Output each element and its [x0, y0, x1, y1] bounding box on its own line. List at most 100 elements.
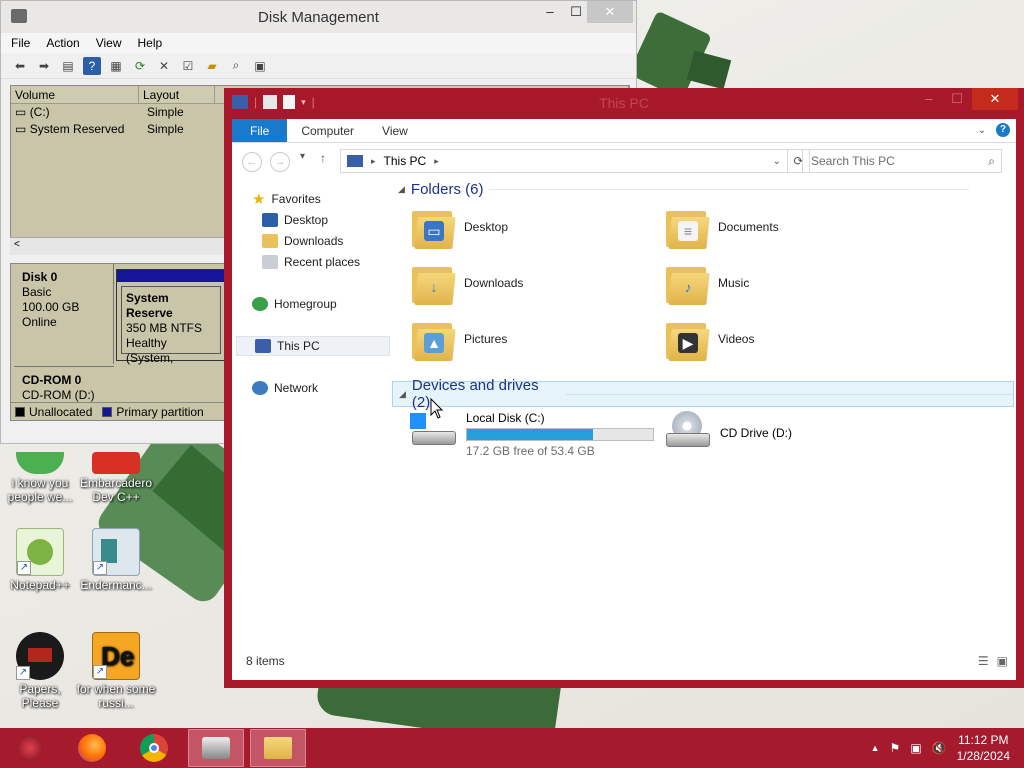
taskbar: ▲ ⚑ ▣ 🔇 11:12 PM 1/28/2024 [0, 728, 1024, 768]
maximize-button[interactable]: ☐ [942, 88, 972, 110]
horizontal-scrollbar[interactable]: < [10, 237, 230, 255]
nav-downloads[interactable]: Downloads [262, 231, 343, 251]
folder-downloads[interactable]: ↓ Downloads [410, 261, 523, 305]
explorer-window: | ▾ | This PC – ☐ ✕ File Computer View ⌄… [224, 88, 1024, 688]
tab-file[interactable]: File [232, 119, 288, 142]
folder-music[interactable]: ♪ Music [664, 261, 749, 305]
folder-pictures[interactable]: ▲ Pictures [410, 317, 507, 361]
desktop-icon-notepadpp[interactable]: ↗ Notepad++ [0, 528, 80, 592]
search-input[interactable]: Search This PC ⌕ [802, 149, 1002, 173]
clock[interactable]: 11:12 PM 1/28/2024 [957, 732, 1010, 764]
ribbon: File Computer View ⌄ ? [232, 119, 1016, 143]
network-icon[interactable]: ▣ [910, 741, 921, 755]
cdrom-label[interactable]: CD-ROM 0 CD-ROM (D:) [14, 366, 114, 403]
back-button[interactable]: ← [242, 152, 262, 172]
action-center-flag-icon[interactable]: ⚑ [890, 741, 901, 755]
menu-view[interactable]: View [96, 36, 122, 50]
start-button[interactable] [2, 729, 58, 767]
checklist-icon[interactable]: ☑ [179, 57, 197, 75]
settings-icon[interactable]: ▣ [251, 57, 269, 75]
toolbar: ⬅ ➡ ▤ ? ▦ ⟳ ✕ ☑ ▰ ⌕ ▣ [1, 53, 636, 79]
breadcrumb-chevron-icon[interactable]: ▸ [434, 156, 439, 167]
de-app-icon: De ↗ [92, 632, 140, 680]
nav-recent-places[interactable]: Recent places [262, 252, 360, 272]
forward-button[interactable]: → [270, 152, 290, 172]
disk0-type: Basic [22, 285, 52, 299]
devices-group-header[interactable]: ◢ Devices and drives (2) [392, 377, 1014, 411]
address-dropdown-icon[interactable]: ⌄ [773, 156, 781, 167]
downloads-icon [262, 234, 278, 248]
details-view-icon[interactable]: ☰ [978, 654, 989, 668]
refresh-icon[interactable]: ⟳ [131, 57, 149, 75]
close-button[interactable]: ✕ [587, 1, 633, 23]
search-icon: ⌕ [988, 154, 995, 168]
folders-group-header[interactable]: ◢ Folders (6) [398, 181, 970, 198]
desktop-icon-papers-please[interactable]: ↗ Papers, Please [0, 632, 80, 710]
desktop-icon-endermanch[interactable]: ↗ Endermanc... [76, 528, 156, 592]
recent-locations-icon[interactable]: ▾ [300, 151, 305, 162]
delete-icon[interactable]: ✕ [155, 57, 173, 75]
videos-folder-icon: ▶ [664, 317, 710, 361]
desktop-icon-label: Notepad++ [10, 578, 70, 592]
drive-c-free-space: 17.2 GB free of 53.4 GB [466, 444, 595, 458]
search-icon[interactable]: ⌕ [227, 57, 245, 75]
folder-videos[interactable]: ▶ Videos [664, 317, 754, 361]
disk-management-icon [202, 737, 230, 759]
folder-documents[interactable]: ≡ Documents [664, 205, 779, 249]
menu-action[interactable]: Action [46, 36, 79, 50]
legend-primary: Primary partition [116, 404, 204, 419]
show-hidden-icons-icon[interactable]: ▲ [871, 743, 880, 753]
taskbar-chrome[interactable] [126, 729, 182, 767]
folder-desktop[interactable]: ▭ Desktop [410, 205, 508, 249]
menu-file[interactable]: File [11, 36, 30, 50]
menu-help[interactable]: Help [138, 36, 163, 50]
properties-icon[interactable]: ▦ [107, 57, 125, 75]
breadcrumb-chevron-icon[interactable]: ▸ [371, 156, 376, 167]
drive-cd-d[interactable]: CD Drive (D:) [664, 411, 792, 455]
disk0-size: 100.00 GB [22, 300, 80, 314]
disk0-label[interactable]: Disk 0 Basic 100.00 GB Online [14, 264, 114, 364]
taskbar-file-explorer[interactable] [250, 729, 306, 767]
system-tray: ▲ ⚑ ▣ 🔇 11:12 PM 1/28/2024 [871, 728, 1010, 768]
desktop-icon-chrome-shortcut[interactable]: i know you people we... [0, 452, 80, 504]
taskbar-disk-management[interactable] [188, 729, 244, 767]
desktop-icon-devcpp[interactable]: Embarcadero Dev C++ [76, 452, 156, 504]
show-hide-tree-icon[interactable]: ▤ [59, 57, 77, 75]
nav-network[interactable]: Network [252, 378, 318, 398]
nav-desktop[interactable]: Desktop [262, 210, 328, 230]
minimize-button[interactable]: – [914, 88, 944, 110]
system-reserved-partition[interactable]: System Reserve 350 MB NTFS Healthy (Syst… [116, 269, 226, 365]
back-icon[interactable]: ⬅ [11, 57, 29, 75]
nav-this-pc[interactable]: This PC [236, 336, 390, 356]
breadcrumb-this-pc[interactable]: This PC [384, 154, 427, 168]
star-icon: ★ [252, 191, 266, 208]
document-icon: ↗ [92, 528, 140, 576]
help-icon[interactable]: ? [996, 123, 1010, 137]
column-layout[interactable]: Layout [139, 86, 215, 103]
up-button[interactable]: ↑ [320, 151, 326, 165]
desktop-icon [262, 213, 278, 227]
address-box[interactable]: ▸ This PC ▸ ⌄ [340, 149, 788, 173]
forward-icon[interactable]: ➡ [35, 57, 53, 75]
drive-icon: ▭ [15, 105, 27, 119]
expand-ribbon-icon[interactable]: ⌄ [978, 125, 986, 136]
close-button[interactable]: ✕ [972, 88, 1018, 110]
volume-muted-icon[interactable]: 🔇 [932, 741, 947, 755]
nav-homegroup[interactable]: Homegroup [252, 294, 337, 314]
chrome-icon [140, 734, 168, 762]
disk0-status: Online [22, 315, 57, 329]
desktop-icon-shortcut[interactable]: De ↗ for when some russi... [76, 632, 156, 710]
taskbar-firefox[interactable] [64, 729, 120, 767]
tab-computer[interactable]: Computer [287, 119, 368, 142]
nav-favorites[interactable]: ★ Favorites [252, 189, 321, 209]
start-icon [17, 735, 43, 761]
tab-view[interactable]: View [368, 119, 422, 142]
large-icons-view-icon[interactable]: ▣ [997, 654, 1008, 668]
help-icon[interactable]: ? [83, 56, 101, 75]
column-volume[interactable]: Volume [11, 86, 139, 103]
drive-local-disk-c[interactable]: Local Disk (C:) 17.2 GB free of 53.4 GB [410, 411, 654, 458]
desktop-icon-label: Papers, Please [19, 682, 61, 710]
scroll-left-icon[interactable]: < [14, 239, 20, 250]
recent-places-icon [262, 255, 278, 269]
open-folder-icon[interactable]: ▰ [203, 57, 221, 75]
